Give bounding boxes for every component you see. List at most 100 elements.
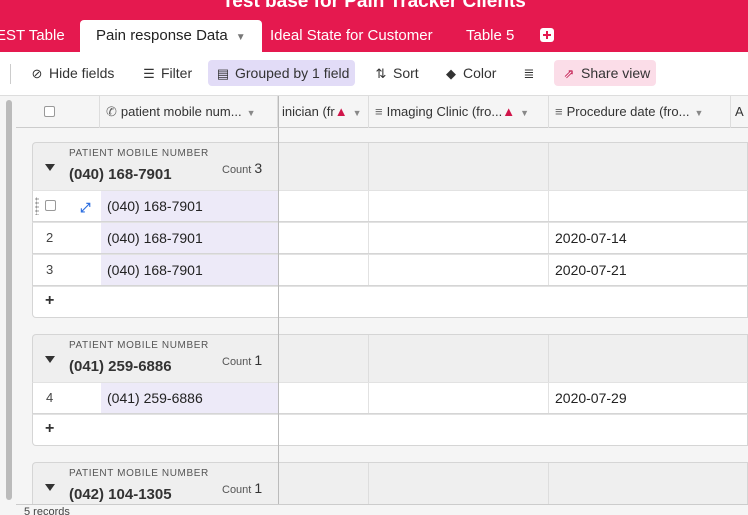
group-field-name: PATIENT MOBILE NUMBER xyxy=(69,148,209,159)
count-label: Count xyxy=(222,356,252,368)
count-label: Count xyxy=(222,164,252,176)
drag-handle-icon[interactable] xyxy=(35,197,39,215)
column-divider xyxy=(368,143,369,191)
base-title[interactable]: Test base for Pain Tracker Clients xyxy=(0,0,748,13)
chevron-down-icon[interactable]: ▼ xyxy=(353,108,362,118)
select-all-checkbox[interactable] xyxy=(44,106,55,117)
color-label: Color xyxy=(463,65,497,81)
share-view-label: Share view xyxy=(581,65,651,81)
chevron-down-icon[interactable]: ▼ xyxy=(694,108,703,118)
chevron-down-icon[interactable]: ▼ xyxy=(236,32,246,43)
select-all-cell xyxy=(16,96,100,128)
group-count: Count 1 xyxy=(222,480,262,496)
tab-est-table[interactable]: EST Table xyxy=(0,20,65,52)
warning-icon: ▲ xyxy=(334,104,348,119)
add-record-icon[interactable]: + xyxy=(45,292,54,310)
hide-fields-label: Hide fields xyxy=(49,65,115,81)
column-header-next[interactable]: A xyxy=(731,96,748,128)
eye-slash-icon: ⊘ xyxy=(31,66,43,81)
column-header-row: ✆ patient mobile num... ▼ inician (fr▲ ▼ ≡ I… xyxy=(16,96,748,128)
patient-mobile-cell[interactable]: (040) 168-7901 xyxy=(101,255,279,285)
column-divider xyxy=(548,335,549,383)
column-header-patient-mobile[interactable]: ✆ patient mobile num... ▼ xyxy=(100,96,278,128)
group-value: (040) 168-7901 xyxy=(69,166,172,183)
sort-button[interactable]: ⇅ Sort xyxy=(366,60,425,86)
patient-mobile-cell[interactable]: (040) 168-7901 xyxy=(101,223,279,253)
collapse-triangle-icon[interactable] xyxy=(45,484,55,491)
tab-pain-response-data[interactable]: Pain response Data ▼ xyxy=(80,20,262,52)
column-header-clinician[interactable]: inician (fr▲ ▼ xyxy=(278,96,369,128)
group-icon: ▤ xyxy=(216,66,230,81)
patient-mobile-cell[interactable]: (041) 259-6886 xyxy=(101,383,279,413)
collapse-triangle-icon[interactable] xyxy=(45,356,55,363)
procedure-date-cell[interactable]: 2020-07-14 xyxy=(549,223,748,253)
table-row[interactable]: 3 (040) 168-7901 2020-07-21 xyxy=(32,254,748,286)
row-number: 2 xyxy=(46,230,54,245)
procedure-date-cell[interactable] xyxy=(549,191,748,221)
record-count: 5 records xyxy=(24,506,70,515)
column-label: inician (fr xyxy=(282,104,335,119)
count-label: Count xyxy=(222,484,252,496)
paint-bucket-icon: ◆ xyxy=(446,66,456,81)
table-row[interactable]: 4 (041) 259-6886 2020-07-29 xyxy=(32,382,748,414)
color-button[interactable]: ◆ Color xyxy=(436,60,502,86)
summary-bar: 5 records xyxy=(16,504,748,515)
filter-icon: ☰ xyxy=(143,66,155,81)
chevron-down-icon[interactable]: ▼ xyxy=(520,108,529,118)
row-height-button[interactable]: ≣ xyxy=(514,60,547,86)
group-value: (042) 104-1305 xyxy=(69,486,172,503)
lookup-icon: ≡ xyxy=(375,104,383,119)
warning-icon: ▲ xyxy=(502,104,516,119)
toolbar-divider xyxy=(10,64,11,84)
count-value: 1 xyxy=(254,352,263,368)
group-header[interactable]: PATIENT MOBILE NUMBER (041) 259-6886 Cou… xyxy=(32,334,748,383)
add-record-row[interactable]: + xyxy=(32,286,748,318)
hide-fields-button[interactable]: ⊘ Hide fields xyxy=(22,60,120,86)
table-row[interactable]: ⤢ (040) 168-7901 xyxy=(32,190,748,222)
column-divider xyxy=(368,191,369,221)
group-header[interactable]: PATIENT MOBILE NUMBER (042) 104-1305 Cou… xyxy=(32,462,748,511)
column-label: A xyxy=(735,104,744,119)
count-value: 1 xyxy=(254,480,263,496)
add-record-row[interactable]: + xyxy=(32,414,748,446)
column-label: patient mobile num... xyxy=(120,104,242,119)
group-header[interactable]: PATIENT MOBILE NUMBER (040) 168-7901 Cou… xyxy=(32,142,748,191)
row-number: 3 xyxy=(46,262,54,277)
phone-icon: ✆ xyxy=(106,104,117,119)
patient-mobile-cell[interactable]: (040) 168-7901 xyxy=(101,191,279,221)
sort-label: Sort xyxy=(393,65,419,81)
row-number: 4 xyxy=(46,390,54,405)
collapse-triangle-icon[interactable] xyxy=(45,164,55,171)
group-field-name: PATIENT MOBILE NUMBER xyxy=(69,340,209,351)
row-height-icon: ≣ xyxy=(523,66,535,81)
add-record-icon[interactable]: + xyxy=(45,420,54,438)
column-divider xyxy=(368,255,369,285)
chevron-down-icon[interactable]: ▼ xyxy=(247,108,256,118)
group-count: Count 3 xyxy=(222,160,262,176)
column-divider xyxy=(368,383,369,413)
column-header-procedure-date[interactable]: ≡ Procedure date (fro... ▼ xyxy=(549,96,731,128)
column-label: Imaging Clinic (fro... xyxy=(386,104,503,119)
group-value: (041) 259-6886 xyxy=(69,358,172,375)
column-divider xyxy=(368,335,369,383)
share-view-button[interactable]: ⇗ Share view xyxy=(554,60,657,86)
sort-icon: ⇅ xyxy=(375,66,387,81)
table-row[interactable]: 2 (040) 168-7901 2020-07-14 xyxy=(32,222,748,254)
add-table-icon[interactable] xyxy=(540,28,554,42)
tab-ideal-state[interactable]: Ideal State for Customer xyxy=(270,20,433,52)
column-header-imaging-clinic[interactable]: ≡ Imaging Clinic (fro...▲ ▼ xyxy=(369,96,549,128)
tab-label: Pain response Data xyxy=(96,27,228,44)
group-button[interactable]: ▤ Grouped by 1 field xyxy=(208,60,356,86)
column-label: Procedure date (fro... xyxy=(566,104,690,119)
procedure-date-cell[interactable]: 2020-07-21 xyxy=(549,255,748,285)
app-bar: Test base for Pain Tracker Clients EST T… xyxy=(0,0,748,52)
vertical-scrollbar[interactable] xyxy=(6,100,12,500)
procedure-date-cell[interactable]: 2020-07-29 xyxy=(549,383,748,413)
group-field-name: PATIENT MOBILE NUMBER xyxy=(69,468,209,479)
tab-table-5[interactable]: Table 5 xyxy=(466,20,514,52)
expand-record-icon[interactable]: ⤢ xyxy=(80,200,90,216)
row-checkbox[interactable] xyxy=(45,200,56,211)
frozen-column-divider[interactable] xyxy=(278,96,279,504)
filter-button[interactable]: ☰ Filter xyxy=(134,60,198,86)
share-icon: ⇗ xyxy=(563,66,575,81)
